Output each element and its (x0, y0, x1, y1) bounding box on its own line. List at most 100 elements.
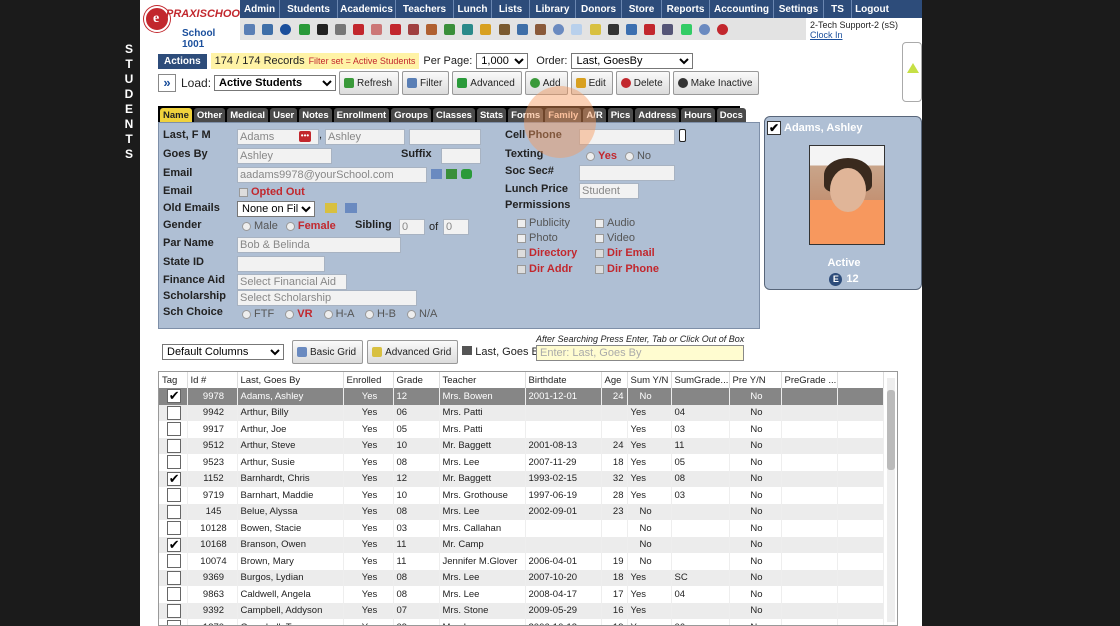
tab-notes[interactable]: Notes (299, 108, 332, 122)
menu-lists[interactable]: Lists (492, 0, 530, 18)
tab-groups[interactable]: Groups (391, 108, 432, 122)
clock-in-link[interactable]: Clock In (810, 30, 898, 40)
menu-lunch[interactable]: Lunch (454, 0, 492, 18)
table-row[interactable]: 10074 Brown, Mary Yes 11 Jennifer M.Glover 20… (159, 553, 884, 570)
money-stack-icon[interactable] (680, 23, 692, 35)
table-row[interactable]: 9863 Caldwell, Angela Yes 08 Mrs. Lee 2008-04… (159, 586, 884, 603)
tab-pics[interactable]: Pics (607, 108, 634, 122)
col-pre-yn[interactable]: Pre Y/N (729, 372, 782, 388)
clock-icon[interactable] (553, 23, 565, 35)
advanced-button[interactable]: Advanced (452, 71, 522, 95)
menu-admin[interactable]: Admin (240, 0, 280, 18)
order-select[interactable]: Last, GoesBy (571, 53, 694, 69)
mobile-phone-icon[interactable] (679, 129, 686, 142)
texting-no-radio[interactable] (624, 151, 634, 161)
audio-checkbox[interactable] (595, 218, 604, 228)
opted-out-option[interactable]: Opted Out (239, 186, 305, 198)
vr-radio[interactable] (285, 309, 295, 319)
col-id[interactable]: Id # (187, 372, 238, 388)
tag-checkbox[interactable] (167, 521, 182, 536)
sibling-number-field[interactable]: 0 (399, 219, 425, 235)
basic-grid-button[interactable]: Basic Grid (292, 340, 364, 364)
table-row[interactable]: 9942 Arthur, Billy Yes 06 Mrs. Patti Yes 04 No (159, 404, 884, 421)
group-icon[interactable] (535, 23, 546, 35)
tag-checkbox[interactable] (167, 620, 182, 625)
menu-library[interactable]: Library (530, 0, 576, 18)
advanced-grid-button[interactable]: Advanced Grid (367, 340, 459, 364)
tag-checkbox[interactable] (167, 554, 182, 569)
finance-aid-select[interactable]: Select Financial Aid (237, 274, 347, 290)
tab-hours[interactable]: Hours (681, 108, 715, 122)
menu-settings[interactable]: Settings (774, 0, 824, 18)
directory-option[interactable]: Directory (517, 247, 577, 259)
ftf-radio[interactable] (242, 309, 251, 319)
state-id-field[interactable] (237, 256, 325, 272)
menu-academics[interactable]: Academics (338, 0, 396, 18)
na-radio[interactable] (407, 309, 416, 319)
dir-email-checkbox[interactable] (595, 248, 604, 258)
suffix-field[interactable] (441, 148, 481, 164)
female-radio[interactable] (285, 221, 295, 231)
flag-icon[interactable] (353, 23, 365, 35)
tag-checkbox[interactable] (167, 405, 182, 420)
search-icon[interactable] (244, 23, 255, 35)
grid-scrollbar[interactable] (887, 378, 895, 622)
email-send-icon[interactable] (431, 169, 442, 179)
menu-teachers[interactable]: Teachers (396, 0, 454, 18)
scanner-icon[interactable] (589, 23, 601, 35)
side-collapse-tab[interactable] (902, 42, 922, 102)
publicity-option[interactable]: Publicity (517, 217, 570, 229)
table-row[interactable]: 1370Campbell, TyYes09Mrs. Lee2006-10-131… (159, 619, 884, 625)
male-radio[interactable] (242, 221, 251, 231)
tab-name[interactable]: Name (160, 108, 192, 122)
tab-docs[interactable]: Docs (716, 108, 746, 122)
tab-medical[interactable]: Medical (227, 108, 269, 122)
col-tag[interactable]: Tag (159, 372, 188, 388)
table-row[interactable]: 145 Belue, Alyssa Yes 08 Mrs. Lee 2002-09-01 2… (159, 503, 884, 520)
menu-donors[interactable]: Donors (576, 0, 622, 18)
search-input[interactable]: Enter: Last, Goes By (536, 345, 744, 361)
table-row[interactable]: 9523 Arthur, Susie Yes 08 Mrs. Lee 2007-11-29… (159, 454, 884, 471)
first-name-field[interactable]: Ashley (325, 129, 405, 145)
sibling-total-field[interactable]: 0 (443, 219, 469, 235)
dir-phone-checkbox[interactable] (595, 264, 604, 274)
ticket-icon[interactable] (480, 23, 492, 35)
publicity-checkbox[interactable] (517, 218, 526, 228)
dir-email-option[interactable]: Dir Email (595, 247, 655, 259)
table-row[interactable]: 9392 Campbell, Addyson Yes 07 Mrs. Stone 2009… (159, 602, 884, 619)
directory-checkbox[interactable] (517, 248, 526, 258)
money-icon[interactable] (444, 23, 456, 35)
audio-option[interactable]: Audio (595, 217, 635, 229)
table-row[interactable]: 9917 Arthur, Joe Yes 05 Mrs. Patti Yes 03 No (159, 421, 884, 438)
col-sumgrade[interactable]: SumGrade... (671, 372, 730, 388)
columns-select[interactable]: Default Columns (162, 344, 284, 360)
menu-students[interactable]: Students (280, 0, 338, 18)
mail-icon[interactable] (345, 203, 357, 213)
table-row[interactable]: ✔ 10168 Branson, Owen Yes 11 Mr. Camp No No (159, 536, 884, 553)
help-icon[interactable] (698, 23, 710, 35)
photo-checkbox[interactable] (517, 233, 526, 243)
filter-button[interactable]: Filter (402, 71, 450, 95)
student-photo[interactable] (809, 145, 885, 245)
soc-sec-field[interactable] (579, 165, 675, 181)
message-icon[interactable] (298, 23, 310, 35)
pdf-icon[interactable] (644, 23, 656, 35)
opted-out-checkbox[interactable] (239, 187, 248, 197)
table-row[interactable]: ✔ 1152 Barnhardt, Chris Yes 12 Mr. Baggett 199… (159, 470, 884, 487)
per-page-select[interactable]: 1,000 (476, 53, 529, 69)
make-inactive-button[interactable]: Make Inactive (672, 71, 760, 95)
scholarship-select[interactable]: Select Scholarship (237, 290, 417, 306)
tab-stats[interactable]: Stats (476, 108, 507, 122)
teacher-icon[interactable] (407, 23, 419, 35)
speaker-icon[interactable] (334, 23, 346, 35)
chart-icon[interactable] (625, 23, 637, 35)
menu-accounting[interactable]: Accounting (710, 0, 774, 18)
email-field[interactable]: aadams9978@yourSchool.com (237, 167, 427, 183)
dir-phone-option[interactable]: Dir Phone (595, 263, 659, 275)
delete-button[interactable]: Delete (615, 71, 670, 95)
menu-ts[interactable]: TS (824, 0, 852, 18)
tag-checkbox[interactable] (167, 488, 182, 503)
table-row[interactable]: 9512 Arthur, Steve Yes 10 Mr. Baggett 2001-08… (159, 437, 884, 454)
card-tag-checkbox[interactable]: ✔ (767, 121, 781, 135)
load-select[interactable]: Active Students (214, 75, 337, 91)
